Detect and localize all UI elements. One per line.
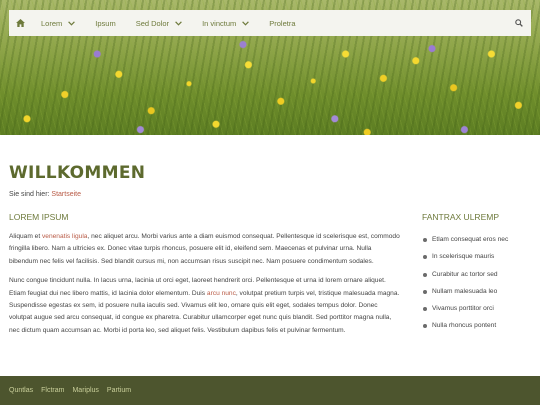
bullet-icon: [423, 307, 427, 312]
list-item[interactable]: Curabitur ac tortor sed: [422, 271, 534, 288]
footer-link-mariplus[interactable]: Mariplus: [72, 387, 98, 394]
bullet-icon: [423, 255, 427, 260]
nav-item-label: In vinctum: [202, 18, 237, 28]
nav-item-label: Proletra: [269, 18, 296, 28]
nav-item-in-vinctum[interactable]: In vinctum: [192, 10, 259, 36]
page-title: WILLKOMMEN: [9, 163, 146, 183]
nav-item-label: Lorem: [41, 18, 63, 28]
footer-link-quntlas[interactable]: Quntlas: [9, 387, 33, 394]
home-link[interactable]: [9, 10, 31, 36]
main-content: LOREM IPSUM Aliquam et venenatis ligula,…: [9, 212, 401, 344]
main-paragraph-2: Nunc congue tincidunt nulla. In lacus ur…: [9, 275, 401, 337]
nav-item-label: Sed Dolor: [135, 18, 170, 28]
list-item-label: Nulla rhoncus pontent: [432, 322, 497, 330]
bullet-icon: [423, 289, 427, 294]
footer-link-flctram[interactable]: Flctram: [41, 387, 64, 394]
bullet-icon: [423, 324, 427, 329]
search-button[interactable]: [507, 10, 531, 36]
chevron-down-icon: [175, 20, 182, 26]
home-icon: [15, 19, 25, 27]
nav-item-proletra[interactable]: Proletra: [259, 10, 305, 36]
sidebar-list: Etlam consequat eros nec In scelerisque …: [422, 236, 534, 340]
list-item[interactable]: Nulla rhoncus pontent: [422, 322, 534, 339]
bullet-icon: [423, 272, 427, 277]
list-item-label: Nullam malesuada leo: [432, 287, 498, 295]
bullet-icon: [423, 238, 427, 242]
nav-item-ipsum[interactable]: Ipsum: [85, 10, 125, 36]
breadcrumb-link-startseite[interactable]: Startseite: [51, 191, 81, 198]
list-item-label: Etlam consequat eros nec: [432, 236, 509, 243]
inline-link[interactable]: venenatis ligula: [42, 233, 87, 240]
main-navigation: Lorem Ipsum Sed Dolor In vinctum Proletr…: [9, 10, 531, 36]
nav-item-label: Ipsum: [95, 18, 116, 28]
search-icon: [515, 19, 523, 27]
list-item-label: In scelerisque mauris: [432, 253, 495, 261]
inline-link[interactable]: arcu nunc: [207, 290, 236, 297]
sidebar-heading: FANTRAX ULREMP: [422, 212, 499, 222]
nav-item-sed-dolor[interactable]: Sed Dolor: [126, 10, 192, 36]
list-item[interactable]: Vivamus porttitor orci: [422, 305, 534, 322]
paragraph-text: Aliquam et: [9, 233, 42, 240]
breadcrumb-prefix: Sie sind hier:: [9, 191, 52, 198]
chevron-down-icon: [242, 20, 250, 26]
sidebar: FANTRAX ULREMP Etlam consequat eros nec …: [422, 212, 534, 340]
list-item-label: Vivamus porttitor orci: [432, 305, 494, 313]
footer: Quntlas Flctram Mariplus Partium: [0, 376, 540, 405]
list-item[interactable]: Etlam consequat eros nec: [422, 236, 534, 253]
main-heading: LOREM IPSUM: [9, 212, 69, 222]
main-paragraph-1: Aliquam et venenatis ligula, nec aliquet…: [9, 231, 401, 268]
chevron-down-icon: [68, 20, 76, 26]
footer-link-partium[interactable]: Partium: [107, 387, 131, 394]
list-item[interactable]: In scelerisque mauris: [422, 253, 534, 270]
breadcrumb: Sie sind hier: Startseite: [9, 191, 81, 198]
list-item[interactable]: Nullam malesuada leo: [422, 288, 534, 305]
nav-item-lorem[interactable]: Lorem: [31, 10, 85, 36]
list-item-label: Curabitur ac tortor sed: [432, 270, 498, 278]
